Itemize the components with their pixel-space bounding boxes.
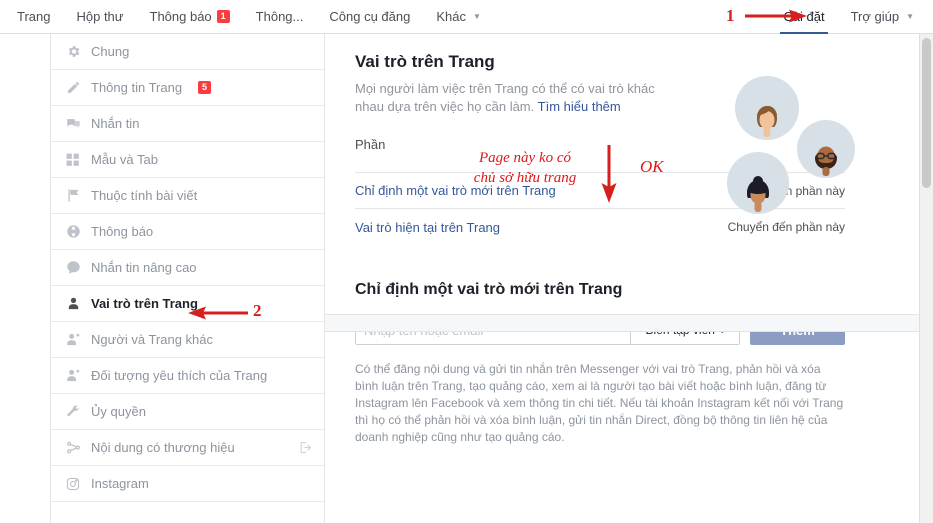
nav-item-label: Thông báo [149, 9, 212, 24]
wrench-icon [65, 404, 81, 420]
top-nav-left-group: Trang Hộp thư Thông báo 1 Thông... Công … [0, 0, 494, 34]
avatar [727, 152, 789, 214]
instagram-icon [65, 476, 81, 492]
nav-item-cai-dat[interactable]: Cài đặt [770, 0, 837, 35]
page-body: Chung Thông tin Trang 5 Nhắn tin Mẫu và … [0, 34, 933, 523]
notification-badge: 1 [216, 10, 230, 23]
gear-icon [65, 44, 81, 60]
sidebar-item-vai-tro-tren-trang[interactable]: Vai trò trên Trang [51, 286, 324, 322]
sidebar-item-label: Thông báo [91, 224, 154, 239]
chat-bubbles-icon [65, 116, 81, 132]
pencil-icon [65, 80, 81, 96]
assign-role-card: Chỉ định một vai trò mới trên Trang Biên… [355, 281, 933, 446]
goto-section-link[interactable]: Chuyển đến phần này [728, 220, 845, 234]
sidebar-item-label: Chung [91, 44, 130, 59]
top-nav-right-group: Cài đặt Trợ giúp ▼ [770, 0, 933, 35]
person-icon [65, 296, 81, 312]
avatar [797, 120, 855, 178]
section-separator-band [325, 314, 933, 332]
external-link-icon[interactable] [299, 441, 312, 454]
nav-item-label: Trang [17, 9, 51, 24]
section-link-label[interactable]: Chỉ định một vai trò mới trên Trang [355, 183, 556, 198]
flag-icon [65, 188, 81, 204]
person-add-icon [65, 368, 81, 384]
chevron-down-icon: ▼ [472, 12, 481, 21]
sidebar-item-label: Mẫu và Tab [91, 152, 158, 167]
nav-item-label: Khác [436, 9, 466, 24]
person-add-icon [65, 332, 81, 348]
nav-item-tro-giup[interactable]: Trợ giúp ▼ [838, 0, 927, 34]
sidebar-item-label: Nhắn tin nâng cao [91, 260, 197, 275]
learn-more-link[interactable]: Tìm hiểu thêm [538, 99, 621, 114]
sidebar-item-label: Thuộc tính bài viết [91, 188, 198, 203]
settings-sidebar: Chung Thông tin Trang 5 Nhắn tin Mẫu và … [50, 34, 325, 523]
page-scrollbar[interactable] [919, 34, 933, 523]
phan-label: Phần [355, 136, 386, 152]
scrollbar-thumb[interactable] [922, 38, 931, 188]
section-link-label[interactable]: Vai trò hiện tại trên Trang [355, 220, 500, 235]
globe-icon [65, 224, 81, 240]
sidebar-item-thong-tin-trang[interactable]: Thông tin Trang 5 [51, 70, 324, 106]
nav-item-cong-cu-dang[interactable]: Công cụ đăng [316, 0, 423, 34]
nav-item-label: Công cụ đăng [329, 9, 411, 24]
sidebar-item-label: Người và Trang khác [91, 332, 214, 347]
nav-item-thong-truncated[interactable]: Thông... [243, 0, 317, 34]
speech-bubble-icon [65, 260, 81, 276]
main-content: Vai trò trên Trang Mọi người làm việc tr… [325, 34, 933, 523]
page-roles-illustration [725, 72, 865, 222]
sidebar-item-instagram[interactable]: Instagram [51, 466, 324, 502]
sidebar-item-label: Vai trò trên Trang [91, 296, 198, 311]
role-description-text: Có thể đăng nội dung và gửi tin nhắn trê… [355, 362, 844, 444]
sidebar-item-label: Ủy quyền [91, 404, 146, 419]
chevron-down-icon: ▼ [906, 12, 914, 21]
nav-item-label: Thông... [255, 9, 304, 24]
nav-item-label: Cài đặt [783, 9, 825, 24]
sidebar-item-noi-dung-co-thuong-hieu[interactable]: Nội dung có thương hiệu [51, 430, 324, 466]
sidebar-item-thong-bao[interactable]: Thông báo [51, 214, 324, 250]
page-title: Vai trò trên Trang [355, 52, 495, 71]
sidebar-item-nguoi-va-trang-khac[interactable]: Người và Trang khác [51, 322, 324, 358]
sidebar-item-chung[interactable]: Chung [51, 34, 324, 70]
sidebar-item-nhan-tin[interactable]: Nhắn tin [51, 106, 324, 142]
sidebar-item-uy-quyen[interactable]: Ủy quyền [51, 394, 324, 430]
sidebar-item-label: Đối tượng yêu thích của Trang [91, 368, 268, 383]
sidebar-item-nhan-tin-nang-cao[interactable]: Nhắn tin nâng cao [51, 250, 324, 286]
assign-role-title: Chỉ định một vai trò mới trên Trang [355, 281, 623, 298]
grid-icon [65, 152, 81, 168]
sidebar-item-thuoc-tinh-bai-viet[interactable]: Thuộc tính bài viết [51, 178, 324, 214]
nav-item-hop-thu[interactable]: Hộp thư [63, 0, 136, 34]
top-navigation-bar: Trang Hộp thư Thông báo 1 Thông... Công … [0, 0, 933, 35]
sidebar-item-label: Instagram [91, 476, 149, 491]
sidebar-badge: 5 [198, 81, 212, 94]
sidebar-item-label: Nhắn tin [91, 116, 140, 131]
nav-item-label: Hộp thư [76, 9, 124, 24]
nav-item-trang[interactable]: Trang [4, 0, 63, 34]
nav-item-thong-bao[interactable]: Thông báo 1 [137, 0, 243, 34]
nav-item-label: Trợ giúp [850, 9, 900, 24]
avatar [735, 76, 799, 140]
nav-item-khac[interactable]: Khác ▼ [423, 0, 494, 34]
sidebar-item-label: Nội dung có thương hiệu [91, 440, 235, 455]
page-subtext: Mọi người làm việc trên Trang có thể có … [355, 80, 655, 116]
sidebar-item-mau-va-tab[interactable]: Mẫu và Tab [51, 142, 324, 178]
share-branch-icon [65, 440, 81, 456]
sidebar-item-doi-tuong-yeu-thich[interactable]: Đối tượng yêu thích của Trang [51, 358, 324, 394]
sidebar-item-label: Thông tin Trang [91, 80, 183, 95]
